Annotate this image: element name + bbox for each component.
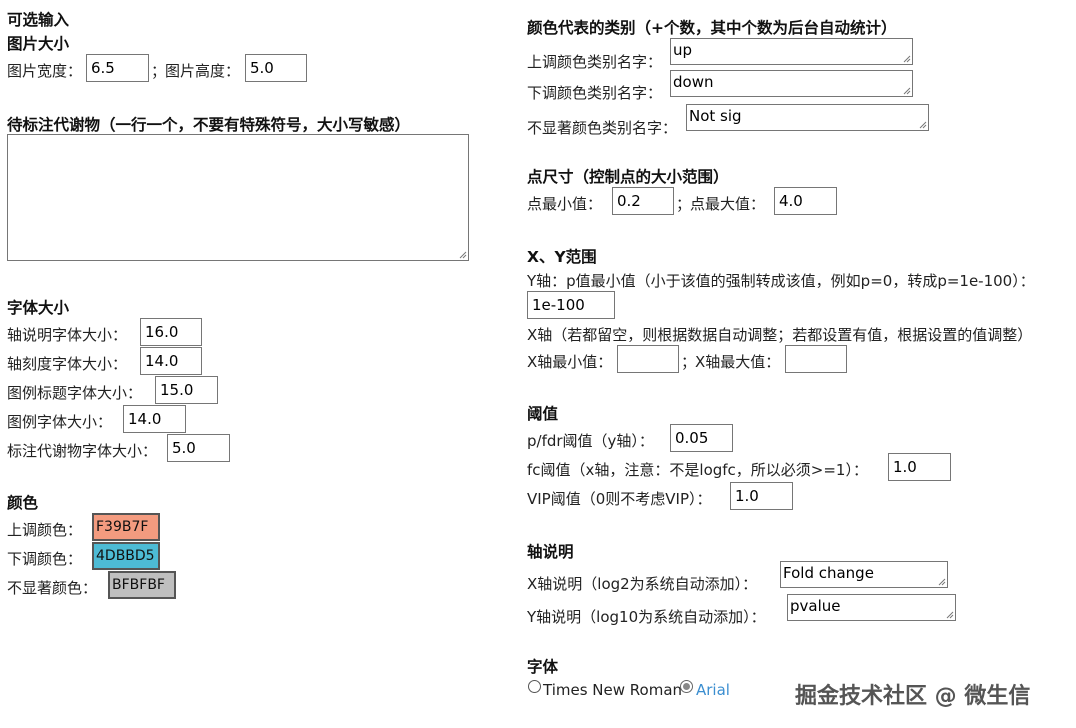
legend-font-input[interactable]: 14.0 (123, 405, 186, 433)
notsig-category-label: 不显著颜色类别名字： (527, 119, 678, 137)
point-max-input[interactable]: 4.0 (774, 187, 837, 215)
y-axis-desc-label: Y轴说明（log10为系统自动添加）： (527, 608, 766, 626)
optional-title: 可选输入 (7, 11, 70, 29)
p-threshold-input[interactable]: 0.05 (670, 424, 733, 452)
arial-radio-label[interactable]: Arial (696, 681, 730, 699)
legend-title-font-label: 图例标题字体大小： (7, 384, 143, 402)
axis-tick-font-input[interactable]: 14.0 (140, 347, 202, 375)
up-category-input[interactable]: up (670, 38, 913, 65)
font-family-title: 字体 (527, 658, 559, 676)
category-title: 颜色代表的类别（+个数，其中个数为后台自动统计） (527, 19, 897, 37)
threshold-title: 阈值 (527, 405, 559, 423)
y-min-input[interactable]: 1e-100 (527, 291, 615, 319)
down-category-label: 下调颜色类别名字： (527, 84, 663, 102)
p-threshold-label: p/fdr阈值（y轴）： (527, 432, 654, 450)
down-color-picker[interactable]: 4DBBD5 (92, 542, 160, 570)
times-radio-label[interactable]: Times New Roman (543, 681, 682, 699)
resize-grip-icon[interactable] (902, 86, 911, 95)
x-axis-desc-value: Fold change (783, 564, 874, 582)
metabolite-label-font-label: 标注代谢物字体大小： (7, 442, 158, 460)
down-color-label: 下调颜色： (7, 550, 83, 568)
axis-title-font-label: 轴说明字体大小： (7, 326, 128, 344)
fc-threshold-input[interactable]: 1.0 (888, 453, 951, 481)
colors-title: 颜色 (7, 494, 39, 512)
x-range-desc: X轴（若都留空，则根据数据自动调整；若都设置有值，根据设置的值调整） (527, 326, 1033, 344)
axis-title-font-input[interactable]: 16.0 (140, 318, 202, 346)
image-height-label: 图片高度： (165, 62, 241, 80)
metabolites-title: 待标注代谢物（一行一个，不要有特殊符号，大小写敏感） (7, 116, 411, 134)
up-category-label: 上调颜色类别名字： (527, 53, 663, 71)
point-max-label: 点最大值： (690, 195, 766, 213)
x-axis-desc-input[interactable]: Fold change (780, 561, 948, 588)
y-axis-desc-value: pvalue (790, 597, 841, 615)
x-max-input[interactable] (785, 345, 847, 373)
notsig-category-value: Not sig (689, 107, 742, 125)
resize-grip-icon[interactable] (945, 610, 954, 619)
point-min-input[interactable]: 0.2 (612, 187, 674, 215)
up-color-label: 上调颜色： (7, 521, 83, 539)
times-radio[interactable] (528, 680, 541, 693)
arial-radio[interactable] (680, 680, 693, 693)
point-size-separator: ； (676, 195, 692, 213)
notsig-category-input[interactable]: Not sig (686, 104, 929, 131)
fc-threshold-label: fc阈值（x轴，注意：不是logfc，所以必须>=1）： (527, 461, 868, 479)
down-category-input[interactable]: down (670, 70, 913, 97)
metabolite-label-font-input[interactable]: 5.0 (167, 434, 230, 462)
axis-tick-font-label: 轴刻度字体大小： (7, 355, 128, 373)
point-size-title: 点尺寸（控制点的大小范围） (527, 168, 729, 186)
xy-range-title: X、Y范围 (527, 248, 597, 266)
up-category-value: up (673, 41, 693, 59)
image-width-label: 图片宽度： (7, 62, 83, 80)
point-min-label: 点最小值： (527, 195, 603, 213)
legend-title-font-input[interactable]: 15.0 (155, 376, 218, 404)
metabolites-textarea[interactable] (7, 134, 469, 261)
x-max-label: X轴最大值： (695, 353, 781, 371)
font-size-title: 字体大小 (7, 299, 70, 317)
x-min-label: X轴最小值： (527, 353, 613, 371)
resize-grip-icon[interactable] (918, 120, 927, 129)
x-min-input[interactable] (617, 345, 679, 373)
vip-threshold-input[interactable]: 1.0 (730, 482, 793, 510)
x-range-separator: ； (681, 353, 697, 371)
notsig-color-picker[interactable]: BFBFBF (108, 571, 176, 599)
axis-desc-title: 轴说明 (527, 543, 574, 561)
y-min-desc: Y轴：p值最小值（小于该值的强制转成该值，例如p=0，转成p=1e-100）： (527, 272, 1035, 290)
image-size-title: 图片大小 (7, 35, 70, 53)
up-color-picker[interactable]: F39B7F (92, 513, 160, 541)
image-height-input[interactable]: 5.0 (245, 54, 307, 82)
image-width-input[interactable]: 6.5 (86, 54, 149, 82)
resize-grip-icon[interactable] (902, 54, 911, 63)
image-size-separator: ； (151, 62, 167, 80)
legend-font-label: 图例字体大小： (7, 413, 113, 431)
x-axis-desc-label: X轴说明（log2为系统自动添加）： (527, 575, 758, 593)
notsig-color-label: 不显著颜色： (7, 579, 98, 597)
resize-grip-icon[interactable] (458, 250, 467, 259)
resize-grip-icon[interactable] (937, 577, 946, 586)
y-axis-desc-input[interactable]: pvalue (787, 594, 956, 621)
down-category-value: down (673, 73, 714, 91)
watermark: 掘金技术社区 @ 微生信 (795, 684, 1031, 709)
vip-threshold-label: VIP阈值（0则不考虑VIP）： (527, 490, 712, 508)
